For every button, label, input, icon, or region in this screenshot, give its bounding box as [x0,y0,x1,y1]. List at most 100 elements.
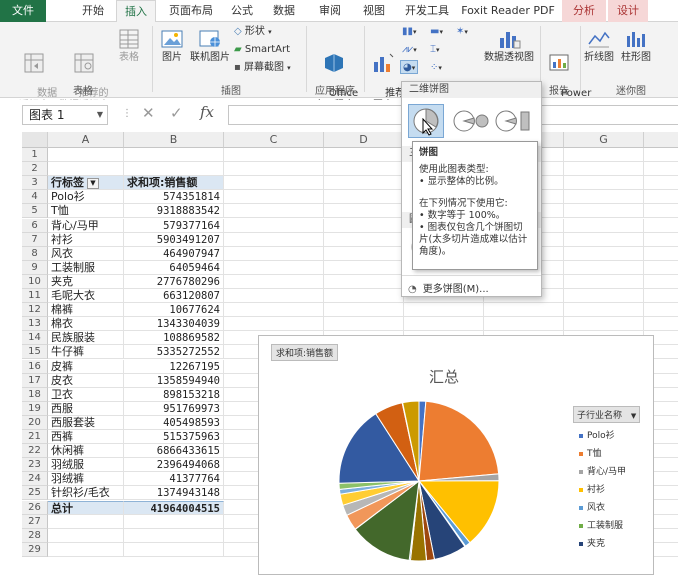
row-header[interactable]: 2 [22,162,48,177]
grid-cell[interactable] [124,514,224,529]
grid-cell[interactable] [564,204,644,219]
sales-value-cell[interactable]: 663120807 [124,289,224,304]
grid-cell[interactable] [124,528,224,543]
sales-value-cell[interactable]: 574351814 [124,190,224,205]
bar-chart-button[interactable]: ▬▾ [430,25,443,39]
row-header[interactable]: 11 [22,289,48,304]
sales-value-cell[interactable]: 2396494068 [124,458,224,473]
grid-cell[interactable] [644,289,678,304]
sales-value-cell[interactable]: 9318883542 [124,204,224,219]
cancel-icon[interactable]: ✕ [142,104,155,122]
row-label-cell[interactable]: 衬衫 [48,232,124,247]
sales-value-cell[interactable]: 1343304039 [124,317,224,332]
row-header[interactable]: 25 [22,486,48,501]
column-header[interactable]: D [324,132,404,148]
row-labels-header[interactable]: 行标签 ▼ [48,176,124,191]
sales-value-cell[interactable]: 2776780296 [124,274,224,289]
row-label-cell[interactable]: 风衣 [48,246,124,261]
smartart-button[interactable]: ▰ SmartArt [234,43,290,57]
grid-cell[interactable] [564,303,644,318]
scatter-chart-button[interactable]: ⁘▾ [430,61,442,75]
row-label-cell[interactable]: 工装制服 [48,260,124,275]
sales-value-cell[interactable]: 64059464 [124,260,224,275]
row-header[interactable]: 14 [22,331,48,346]
row-label-cell[interactable]: 卫衣 [48,387,124,402]
grid-cell[interactable] [564,289,644,304]
row-label-cell[interactable]: 针织衫/毛衣 [48,486,124,501]
row-header[interactable]: 13 [22,317,48,332]
grid-cell[interactable] [224,303,324,318]
grid-cell[interactable] [644,176,678,191]
grid-cell[interactable] [48,542,124,557]
pie-chart[interactable]: 求和项:销售额 汇总 子行业名称 ▼ Polo衫 T恤 背心/马甲 衬衫 风衣 工装制服夹… [258,335,654,575]
row-header[interactable]: 6 [22,218,48,233]
row-label-cell[interactable]: 西服套装 [48,415,124,430]
legend-entry[interactable]: Polo衫 [579,428,615,441]
row-header[interactable]: 3 [22,176,48,191]
row-label-cell[interactable]: 羽绒服 [48,458,124,473]
pivot-chart-button[interactable]: 数据透视图 [480,28,538,64]
sales-value-cell[interactable]: 108869582 [124,331,224,346]
row-header[interactable]: 10 [22,274,48,289]
row-header[interactable]: 17 [22,373,48,388]
row-header[interactable]: 16 [22,359,48,374]
row-label-cell[interactable]: 棉裤 [48,303,124,318]
row-header[interactable]: 4 [22,190,48,205]
grid-cell[interactable] [644,219,678,233]
sales-value-cell[interactable]: 1374943148 [124,486,224,501]
row-label-cell[interactable]: 夹克 [48,274,124,289]
row-header[interactable]: 29 [22,542,48,557]
row-label-cell[interactable]: 西裤 [48,430,124,445]
grid-cell[interactable] [224,204,324,219]
picture-button[interactable]: 图片 [156,28,188,64]
column-header[interactable]: C [224,132,324,148]
tab-insert[interactable]: 插入 [116,0,156,23]
grid-cell[interactable] [324,246,404,261]
column-header[interactable]: G [564,132,644,148]
row-header[interactable]: 21 [22,430,48,445]
grid-cell[interactable] [224,162,324,177]
enter-icon[interactable]: ✓ [170,104,183,122]
row-label-cell[interactable]: 棉衣 [48,317,124,332]
sales-value-cell[interactable]: 10677624 [124,303,224,318]
row-header[interactable]: 9 [22,260,48,275]
tab-view[interactable]: 视图 [358,0,390,22]
grid-cell[interactable] [324,162,404,177]
radar-chart-button[interactable]: ✶▾ [456,25,468,39]
chart-title[interactable]: 汇总 [409,366,479,387]
row-label-cell[interactable]: 休闲裤 [48,444,124,459]
grid-cell[interactable] [564,274,644,289]
grid-cell[interactable] [564,232,644,247]
grid-cell[interactable] [644,162,678,177]
row-header[interactable]: 20 [22,415,48,430]
row-label-cell[interactable]: 毛呢大衣 [48,289,124,304]
grid-cell[interactable] [124,542,224,557]
row-header[interactable]: 27 [22,514,48,529]
grid-cell[interactable] [564,317,644,332]
sales-value-cell[interactable]: 515375963 [124,430,224,445]
grid-cell[interactable] [564,246,644,261]
grid-cell[interactable] [644,148,678,163]
grid-cell[interactable] [124,162,224,177]
legend-entry[interactable]: 衬衫 [579,482,605,495]
row-header[interactable]: 15 [22,345,48,360]
sales-value-cell[interactable]: 12267195 [124,359,224,374]
grid-cell[interactable] [48,162,124,177]
grid-cell[interactable] [644,275,678,289]
row-label-cell[interactable]: 民族服装 [48,331,124,346]
grid-cell[interactable] [124,148,224,163]
row-label-cell[interactable]: 西服 [48,401,124,416]
shapes-button[interactable]: ◇ 形状 ▾ [234,25,272,39]
grid-cell[interactable] [224,260,324,275]
grid-cell[interactable] [324,274,404,289]
sales-value-cell[interactable]: 464907947 [124,246,224,261]
grid-cell[interactable] [564,260,644,275]
grid-cell[interactable] [404,303,484,318]
grid-cell[interactable] [644,190,678,205]
sales-value-cell[interactable]: 5335272552 [124,345,224,360]
grid-cell[interactable] [224,274,324,289]
grid-cell[interactable] [644,204,678,219]
insert-function-icon[interactable]: fx [200,103,214,121]
grid-cell[interactable] [484,303,564,318]
online-picture-button[interactable]: 联机图片 [188,28,232,64]
